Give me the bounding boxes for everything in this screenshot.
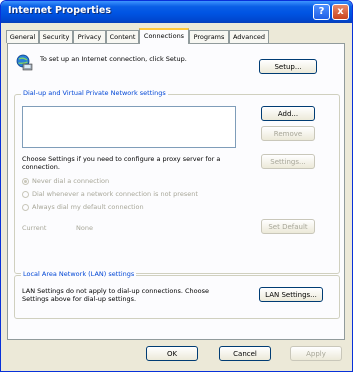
internet-properties-window: Internet Properties ? x General Security… <box>0 0 353 372</box>
radio-never-dial-label: Never dial a connection <box>32 177 110 185</box>
cancel-button[interactable]: Cancel <box>219 346 271 361</box>
tab-programs[interactable]: Programs <box>189 30 229 43</box>
radio-dial-whenever[interactable]: Dial whenever a network connection is no… <box>22 190 198 198</box>
connections-list[interactable] <box>22 106 236 148</box>
tab-strip: General Security Privacy Content Connect… <box>6 28 347 44</box>
remove-button[interactable]: Remove <box>261 126 315 141</box>
lan-group-legend: Local Area Network (LAN) settings <box>21 270 137 278</box>
dialup-group-legend: Dial-up and Virtual Private Network sett… <box>21 89 168 97</box>
radio-dial-whenever-label: Dial whenever a network connection is no… <box>32 190 198 198</box>
setup-button[interactable]: Setup... <box>259 59 317 74</box>
current-label: Current <box>22 224 47 232</box>
add-button[interactable]: Add... <box>261 106 315 121</box>
radio-circle <box>22 177 29 185</box>
ok-button[interactable]: OK <box>146 346 198 361</box>
tab-connections[interactable]: Connections <box>139 28 189 44</box>
help-button[interactable]: ? <box>313 4 330 20</box>
radio-always-dial-label: Always dial my default connection <box>32 203 144 211</box>
tab-content[interactable]: Content <box>106 30 139 43</box>
tab-privacy[interactable]: Privacy <box>73 30 106 43</box>
network-globe-icon <box>16 54 34 72</box>
set-default-button[interactable]: Set Default <box>261 219 315 234</box>
lan-settings-button[interactable]: LAN Settings... <box>259 287 323 302</box>
tab-advanced[interactable]: Advanced <box>229 30 269 43</box>
radio-always-dial[interactable]: Always dial my default connection <box>22 203 144 211</box>
connections-panel: To set up an Internet connection, click … <box>7 43 345 340</box>
window-title: Internet Properties <box>8 5 112 16</box>
lan-description: LAN Settings do not apply to dial-up con… <box>22 287 210 303</box>
proxy-instructions: Choose Settings if you need to configure… <box>22 155 221 171</box>
settings-button[interactable]: Settings... <box>261 154 315 169</box>
setup-description: To set up an Internet connection, click … <box>40 55 187 63</box>
close-button[interactable]: x <box>332 4 349 20</box>
title-bar[interactable]: Internet Properties ? x <box>1 1 352 23</box>
radio-circle <box>22 203 29 211</box>
radio-circle <box>22 190 29 198</box>
tab-security[interactable]: Security <box>39 30 73 43</box>
apply-button[interactable]: Apply <box>290 346 342 361</box>
current-value: None <box>76 224 93 232</box>
radio-never-dial[interactable]: Never dial a connection <box>22 177 109 185</box>
tab-general[interactable]: General <box>6 30 39 43</box>
